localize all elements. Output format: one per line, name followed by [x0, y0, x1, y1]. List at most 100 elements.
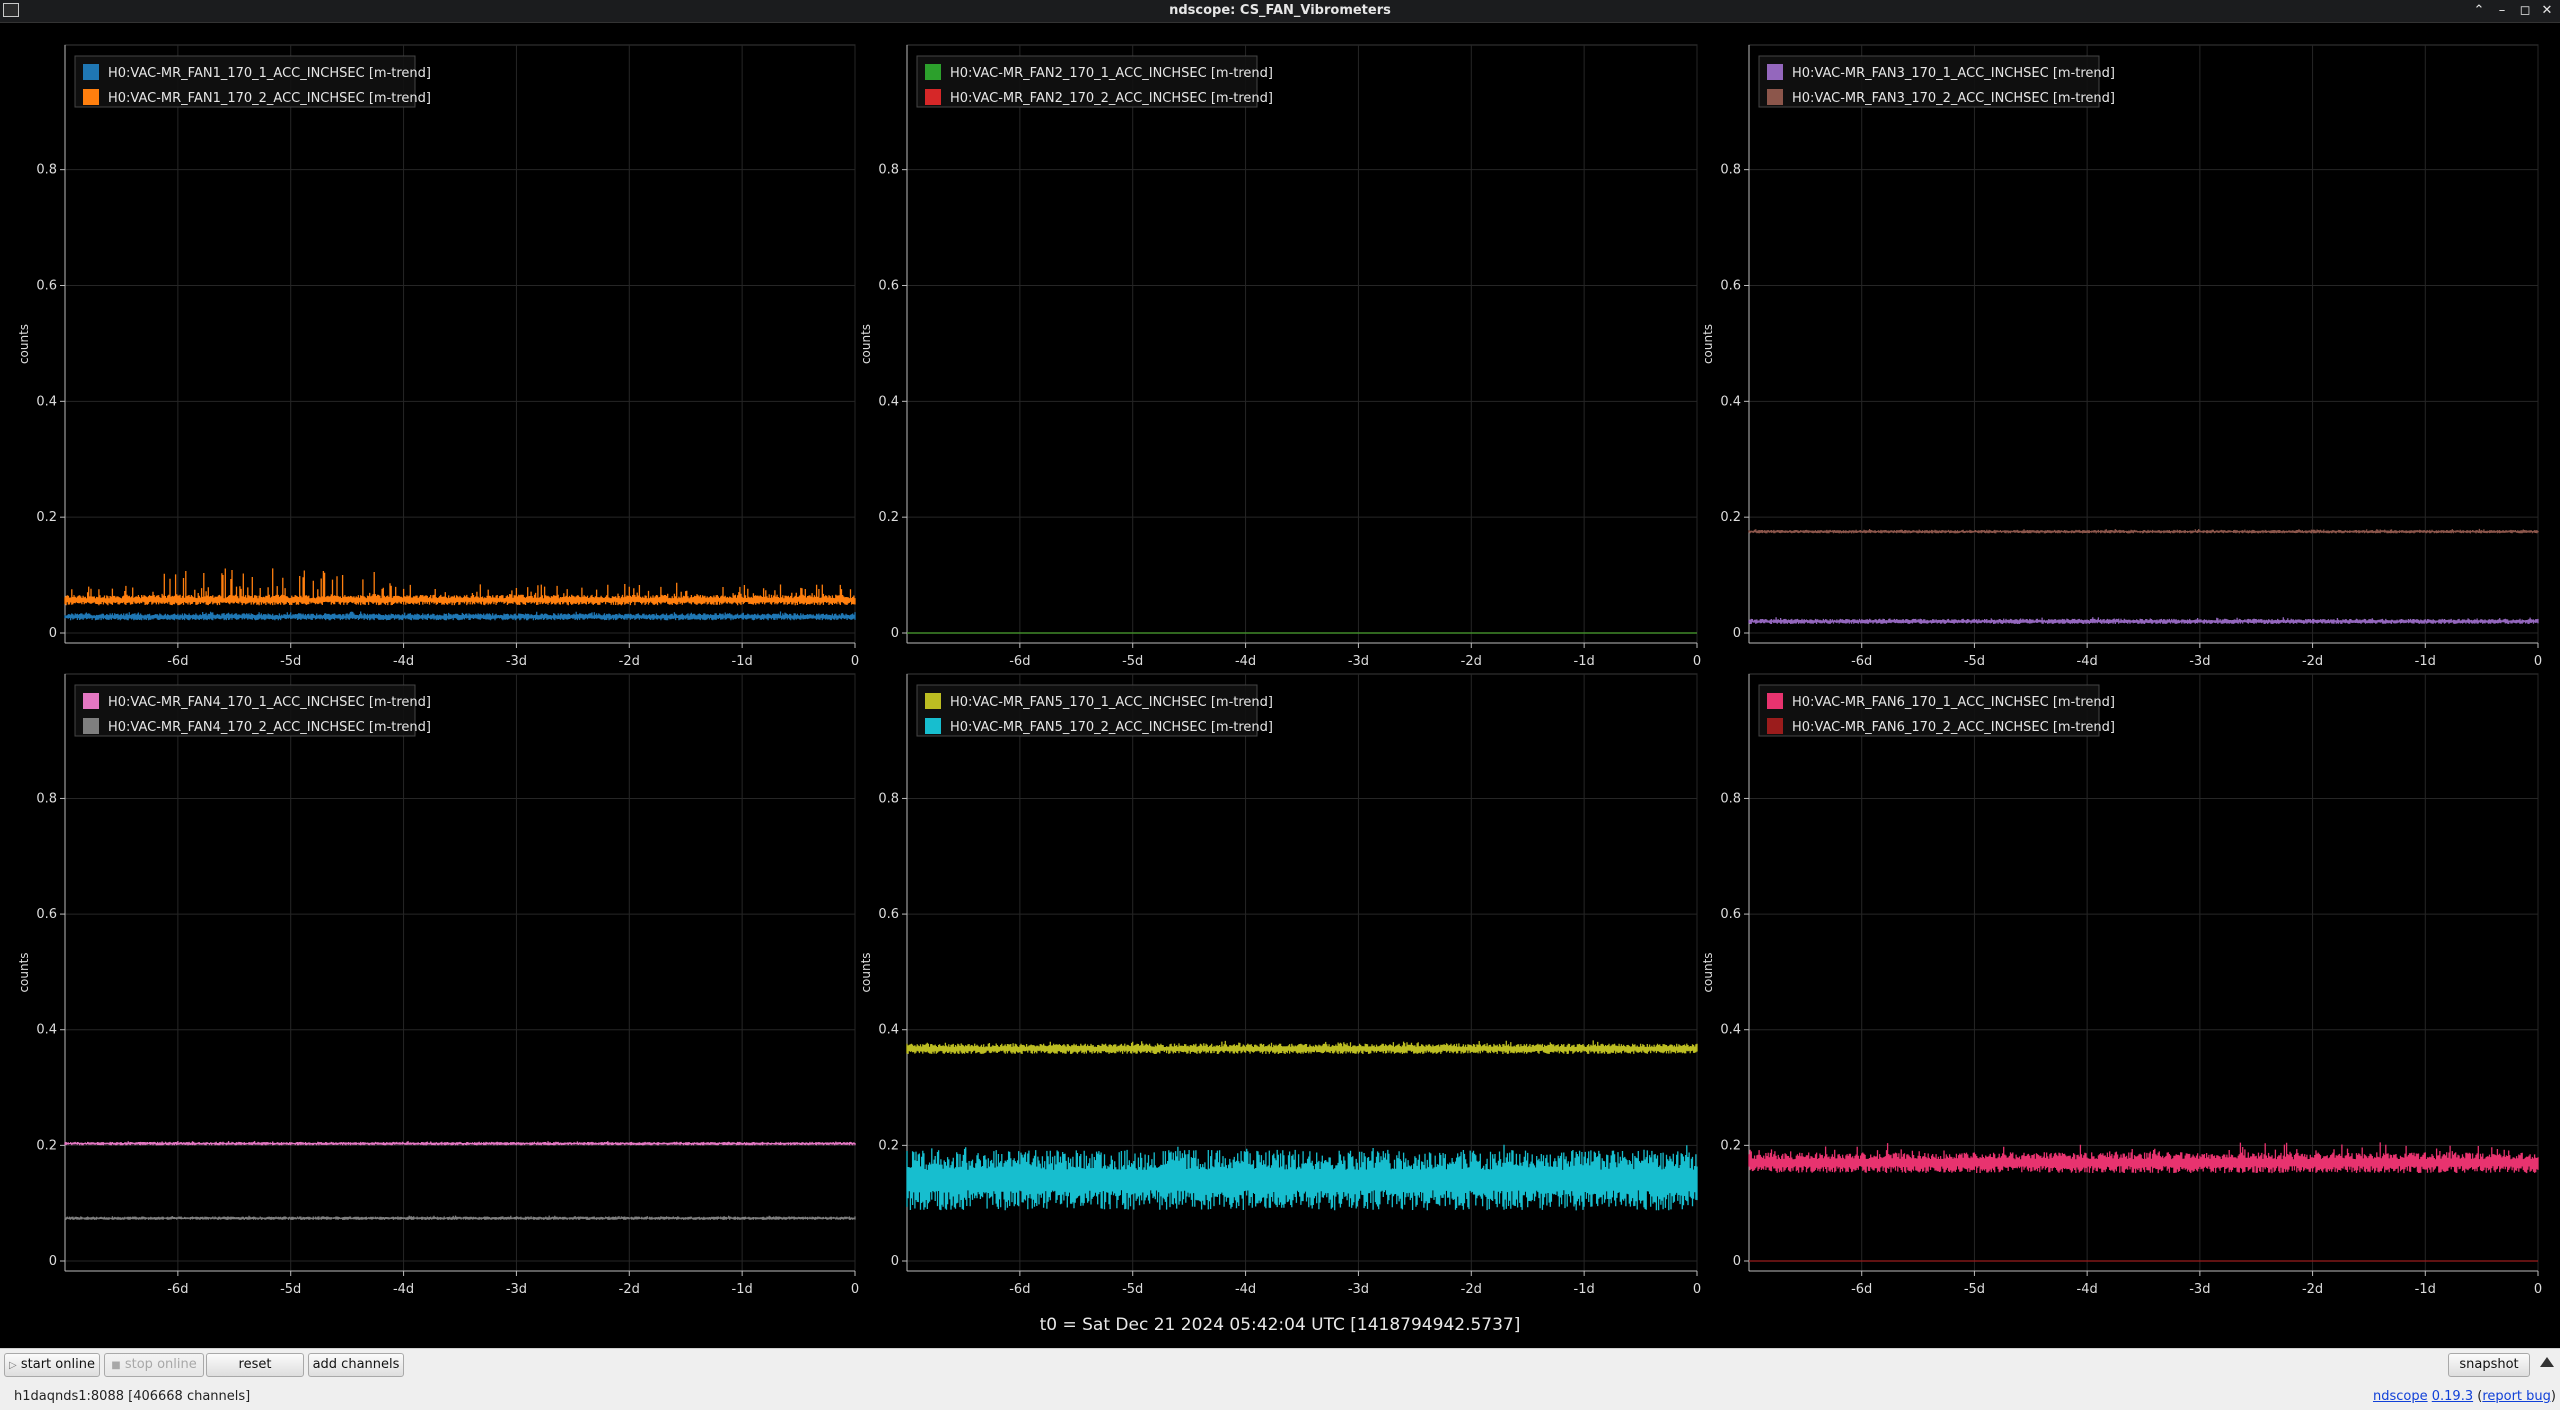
- app-link[interactable]: ndscope: [2373, 1389, 2428, 1404]
- plot-panel-6: -6d -5d -4d -3d -2d -1d 0 0 0.2 0.4 0.6 0.8 counts H0…: [1701, 673, 2542, 1297]
- legend-entry: H0:VAC-MR_FAN1_170_2_ACC_INCHSEC [m-tren…: [108, 91, 431, 106]
- x-tick-label: -3d: [2189, 1282, 2210, 1297]
- channel-count: [406668 channels]: [128, 1389, 251, 1404]
- x-tick-label: -2d: [2302, 654, 2323, 669]
- legend-swatch: [83, 693, 99, 709]
- y-tick-label: 0.2: [36, 510, 57, 525]
- server-address: h1daqnds1:8088: [14, 1389, 124, 1404]
- x-tick-label: -1d: [732, 1282, 753, 1297]
- y-tick-label: 0: [1733, 1254, 1741, 1269]
- y-tick-label: 0.8: [1720, 791, 1741, 806]
- minimize-button[interactable]: –: [2493, 2, 2511, 20]
- y-tick-label: 0.8: [1720, 163, 1741, 178]
- y-tick-label: 0.4: [36, 1023, 57, 1038]
- y-axis-label: counts: [17, 952, 31, 992]
- version-info: ndscope 0.19.3 (report bug): [2372, 1389, 2556, 1404]
- plot-frame: [1748, 673, 2539, 1272]
- y-tick-label: 0.6: [36, 278, 57, 293]
- legend-entry: H0:VAC-MR_FAN1_170_1_ACC_INCHSEC [m-tren…: [108, 66, 431, 81]
- legend-swatch: [83, 64, 99, 80]
- legend-swatch: [83, 89, 99, 105]
- x-tick-label: -1d: [2415, 1282, 2436, 1297]
- x-tick-label: -4d: [393, 654, 414, 669]
- x-tick-label: -6d: [167, 1282, 188, 1297]
- legend-swatch: [925, 89, 941, 105]
- x-tick-label: 0: [1693, 654, 1701, 669]
- x-tick-label: -4d: [393, 1282, 414, 1297]
- plot-frame: [906, 44, 1698, 644]
- y-tick-label: 0.6: [1720, 278, 1741, 293]
- x-tick-label: 0: [851, 1282, 859, 1297]
- keep-above-icon[interactable]: ⌃: [2470, 2, 2488, 20]
- report-bug-link[interactable]: report bug: [2482, 1389, 2551, 1404]
- close-button[interactable]: ✕: [2538, 2, 2556, 20]
- expand-up-icon[interactable]: [2540, 1357, 2554, 1367]
- legend-swatch: [1767, 64, 1783, 80]
- y-tick-label: 0.8: [36, 791, 57, 806]
- x-tick-label: -3d: [506, 1282, 527, 1297]
- start-online-button[interactable]: ▷ start online: [4, 1353, 100, 1377]
- stop-online-label: stop online: [124, 1357, 197, 1372]
- x-tick-label: -3d: [1348, 654, 1369, 669]
- y-axis-label: counts: [1701, 952, 1715, 992]
- x-tick-label: -4d: [1235, 1282, 1256, 1297]
- plot-panel-4: -6d -5d -4d -3d -2d -1d 0 0 0.2 0.4 0.6 0.8 counts H0…: [17, 673, 859, 1297]
- y-tick-label: 0.2: [878, 1138, 899, 1153]
- x-tick-label: -1d: [1574, 1282, 1595, 1297]
- legend-swatch: [1767, 693, 1783, 709]
- x-tick-label: -4d: [2077, 1282, 2098, 1297]
- plots-canvas[interactable]: -6d -5d -4d -3d -2d -1d 0 0 0.2 0.4 0.6 0.8 counts H0…: [0, 23, 2560, 1348]
- legend: H0:VAC-MR_FAN3_170_1_ACC_INCHSEC [m-tren…: [1758, 55, 2115, 108]
- x-tick-label: 0: [851, 654, 859, 669]
- y-tick-label: 0: [891, 1254, 899, 1269]
- plot-frame: [1748, 44, 2539, 644]
- x-tick-label: -6d: [1009, 1282, 1030, 1297]
- x-tick-label: -4d: [1235, 654, 1256, 669]
- y-tick-label: 0.2: [1720, 510, 1741, 525]
- version-link[interactable]: 0.19.3: [2432, 1389, 2473, 1404]
- y-tick-label: 0: [49, 626, 57, 641]
- legend-entry: H0:VAC-MR_FAN2_170_1_ACC_INCHSEC [m-tren…: [950, 66, 1273, 81]
- x-tick-label: -6d: [1009, 654, 1030, 669]
- y-axis-label: counts: [859, 952, 873, 992]
- maximize-button[interactable]: ◻: [2516, 2, 2534, 20]
- plot-panel-3: -6d -5d -4d -3d -2d -1d 0 0 0.2 0.4 0.6 0.8 counts H0…: [1701, 44, 2542, 669]
- y-tick-label: 0.2: [36, 1138, 57, 1153]
- stop-icon: ■: [111, 1360, 121, 1371]
- title-bar: ndscope: CS_FAN_Vibrometers ⌃ – ◻ ✕: [0, 0, 2560, 23]
- legend-entry: H0:VAC-MR_FAN5_170_1_ACC_INCHSEC [m-tren…: [950, 695, 1273, 710]
- x-tick-label: -2d: [619, 1282, 640, 1297]
- y-axis-label: counts: [859, 324, 873, 364]
- snapshot-button[interactable]: snapshot: [2448, 1353, 2530, 1377]
- plot-frame: [64, 44, 856, 644]
- t0-label: t0 = Sat Dec 21 2024 05:42:04 UTC [14187…: [1039, 1315, 1521, 1335]
- y-axis-label: counts: [1701, 324, 1715, 364]
- legend: H0:VAC-MR_FAN5_170_1_ACC_INCHSEC [m-tren…: [916, 684, 1273, 737]
- plot-panel-1: -6d -5d -4d -3d -2d -1d 0 0 0.2 0.4 0.6 0.8 counts H0…: [17, 44, 859, 669]
- reset-button[interactable]: reset: [206, 1353, 304, 1377]
- legend: H0:VAC-MR_FAN6_170_1_ACC_INCHSEC [m-tren…: [1758, 684, 2115, 737]
- y-tick-label: 0.4: [1720, 1023, 1741, 1038]
- x-tick-label: -5d: [280, 1282, 301, 1297]
- legend-entry: H0:VAC-MR_FAN3_170_1_ACC_INCHSEC [m-tren…: [1792, 66, 2115, 81]
- x-tick-label: 0: [1693, 1282, 1701, 1297]
- y-tick-label: 0: [891, 626, 899, 641]
- y-tick-label: 0.4: [878, 394, 899, 409]
- legend-swatch: [925, 693, 941, 709]
- legend: H0:VAC-MR_FAN1_170_1_ACC_INCHSEC [m-tren…: [74, 55, 431, 108]
- x-tick-label: 0: [2534, 654, 2542, 669]
- plot-panel-5: -6d -5d -4d -3d -2d -1d 0 0 0.2 0.4 0.6 0.8 counts H0…: [859, 673, 1701, 1297]
- x-tick-label: -2d: [1461, 654, 1482, 669]
- legend-swatch: [1767, 89, 1783, 105]
- legend-swatch: [925, 718, 941, 734]
- y-tick-label: 0.6: [878, 278, 899, 293]
- x-tick-label: -5d: [1122, 1282, 1143, 1297]
- legend-entry: H0:VAC-MR_FAN6_170_1_ACC_INCHSEC [m-tren…: [1792, 695, 2115, 710]
- add-channels-button[interactable]: add channels: [308, 1353, 404, 1377]
- stop-online-button[interactable]: ■ stop online: [104, 1353, 204, 1377]
- x-tick-label: -3d: [506, 654, 527, 669]
- x-tick-label: -5d: [1964, 1282, 1985, 1297]
- plot-grid: -6d -5d -4d -3d -2d -1d 0 0 0.2 0.4 0.6 0.8 counts H0…: [0, 23, 2560, 1348]
- y-tick-label: 0.8: [878, 163, 899, 178]
- legend-swatch: [1767, 718, 1783, 734]
